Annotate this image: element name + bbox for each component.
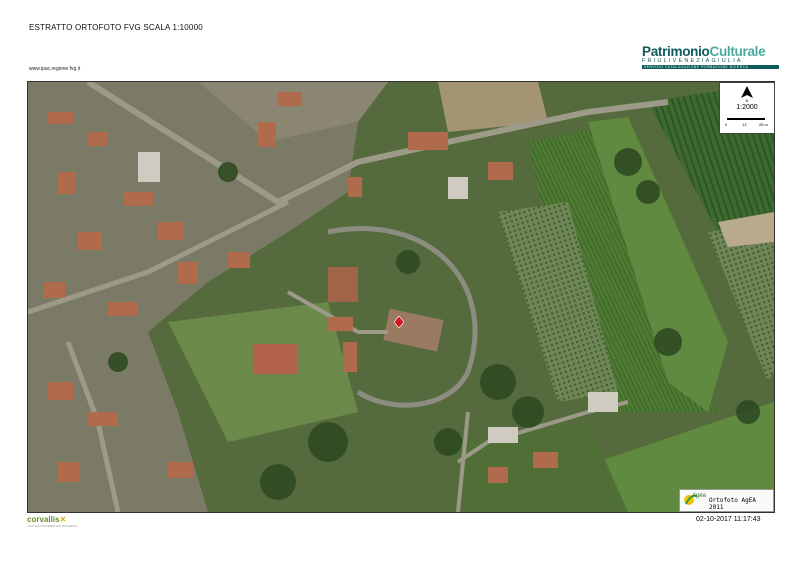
site-url[interactable]: www.ipac.regione.fvg.it	[29, 66, 80, 72]
logo-name: PatrimonioCulturale	[642, 44, 766, 59]
agea-attribution: Agea Ortofoto AgEA 2011	[679, 489, 774, 512]
scale-box: N 1:2000 0 13 26 m	[719, 82, 775, 134]
scale-ratio: 1:2000	[736, 104, 758, 111]
orthophoto-map[interactable]	[27, 81, 775, 513]
corvallis-logo: corvallis✕	[27, 515, 67, 524]
north-arrow-icon: N	[741, 86, 753, 102]
timestamp: 02-10-2017 11:17:43	[696, 516, 761, 523]
location-diamond-icon[interactable]	[394, 316, 404, 328]
agea-logo-text: Agea	[692, 493, 707, 499]
logo-tagline: SERVIZIO CATALOGAZIONE FORMAZIONE RICERC…	[642, 65, 779, 69]
scale-bar	[727, 118, 765, 120]
corvallis-tagline: DIGITAL INFORMATION BUSINESS	[28, 525, 78, 528]
patrimonio-culturale-logo: PatrimonioCulturale FRIULIVENEZIAGIULIA …	[642, 44, 782, 74]
orthophoto-image	[28, 82, 774, 512]
agea-caption: Ortofoto AgEA 2011	[709, 497, 756, 511]
page-title: ESTRATTO ORTOFOTO FVG SCALA 1:10000	[29, 23, 203, 32]
svg-text:N: N	[746, 98, 749, 102]
